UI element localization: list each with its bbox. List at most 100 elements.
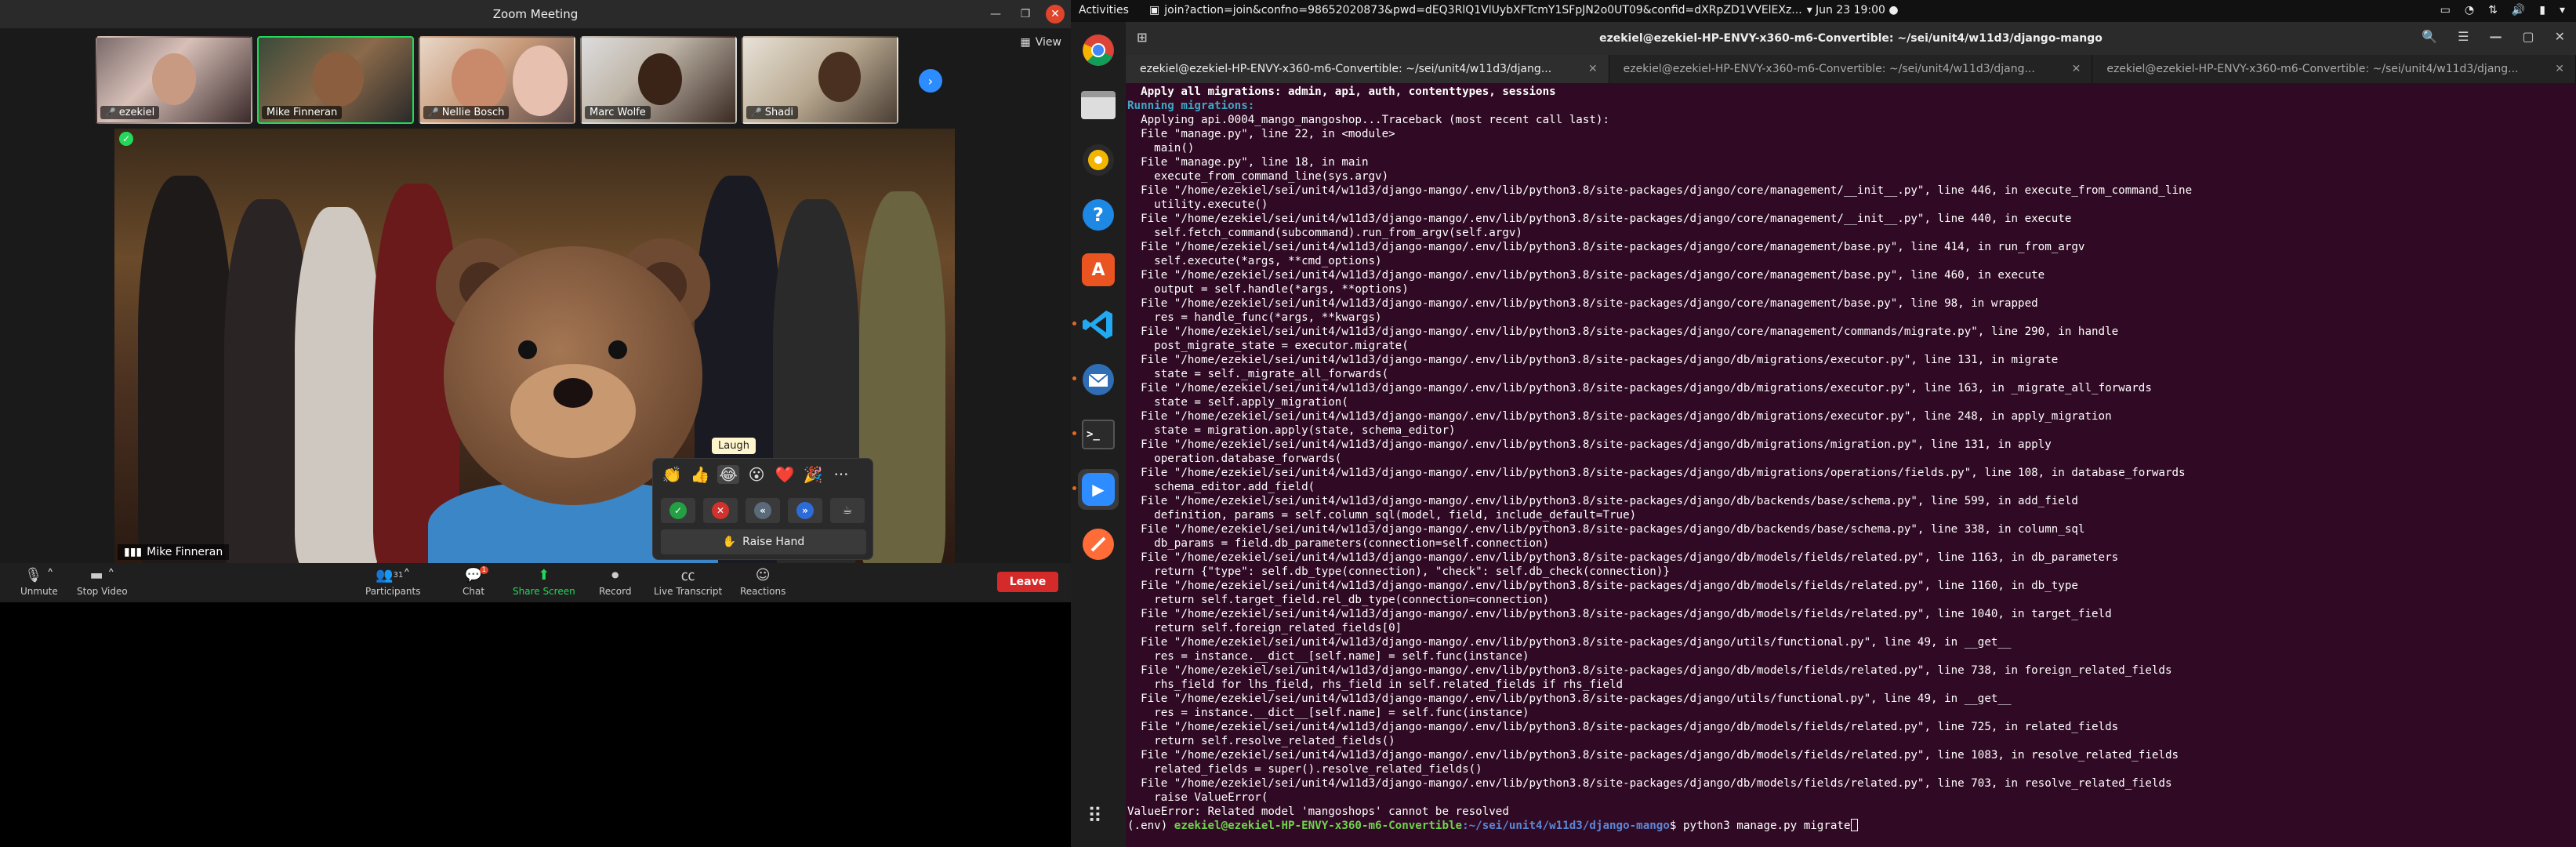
- participant-face: [513, 45, 568, 116]
- terminal-line: definition, params = self.column_sql(mod…: [1127, 509, 1637, 522]
- more-reactions-icon[interactable]: ···: [830, 465, 852, 484]
- heart-emoji-icon[interactable]: ❤️: [774, 465, 796, 484]
- yes-button[interactable]: ✓: [661, 498, 695, 523]
- dock: ? A >_ ▶ ⠿: [1071, 22, 1126, 847]
- terminal-window-controls: 🔍 ☰ — ▢ ✕: [2422, 29, 2565, 44]
- coffee-button[interactable]: ☕: [830, 498, 865, 523]
- close-icon[interactable]: ✕: [1046, 5, 1065, 24]
- stop-video-button[interactable]: ▬ ˄ Stop Video: [77, 566, 128, 598]
- participant-thumb[interactable]: 🎤 Nellie Bosch: [419, 36, 575, 124]
- terminal-line: execute_from_command_line(sys.argv): [1127, 170, 1389, 183]
- battery-icon: ▮: [2539, 4, 2545, 16]
- meeting-controls-toolbar: 🎙 ˄ Unmute ▬ ˄ Stop Video 👥 31 ˄ Partici…: [0, 563, 1071, 602]
- participant-name-label: 🎤 Shadi: [746, 106, 799, 119]
- participant-face: [638, 53, 682, 105]
- system-top-bar: Activities ▣ join?action=join&confno=986…: [1071, 0, 2576, 22]
- close-tab-icon[interactable]: ✕: [2555, 63, 2575, 75]
- leave-button[interactable]: Leave: [997, 572, 1058, 592]
- vscode-icon[interactable]: [1072, 304, 1119, 345]
- app-center-icon[interactable]: A: [1078, 249, 1119, 290]
- participant-thumb[interactable]: Marc Wolfe: [580, 36, 737, 124]
- hamburger-menu-icon[interactable]: ☰: [2458, 29, 2469, 44]
- maximize-icon[interactable]: ▢: [2522, 29, 2534, 44]
- share-arrow-icon: ⬆: [538, 566, 550, 583]
- next-page-arrow-icon[interactable]: ›: [919, 69, 942, 93]
- live-transcript-button[interactable]: ㏄ Live Transcript: [654, 566, 722, 597]
- search-icon[interactable]: 🔍: [2422, 29, 2437, 44]
- terminal-tab[interactable]: ezekiel@ezekiel-HP-ENVY-x360-m6-Converti…: [1609, 55, 2093, 83]
- terminal-line: File "/home/ezekiel/sei/unit4/w11d3/djan…: [1127, 241, 2085, 253]
- focused-app-menu[interactable]: ▣ join?action=join&confno=98652020873&pw…: [1149, 4, 1812, 16]
- record-button[interactable]: ⏺ Record: [599, 566, 631, 598]
- no-button[interactable]: ✕: [703, 498, 738, 523]
- terminal-window: ⊞ ezekiel@ezekiel-HP-ENVY-x360-m6-Conver…: [1126, 22, 2576, 847]
- terminal-tab[interactable]: ezekiel@ezekiel-HP-ENVY-x360-m6-Converti…: [1126, 55, 1609, 83]
- share-screen-button[interactable]: ⬆ Share Screen: [513, 566, 575, 598]
- clock[interactable]: Jun 23 19:00 ●: [1816, 4, 1899, 16]
- terminal-line: return self.resolve_related_fields(): [1127, 735, 1395, 747]
- close-tab-icon[interactable]: ✕: [2072, 63, 2092, 75]
- system-tray[interactable]: ▭ ◔ ⇅ 🔊 ▮ ▾: [2440, 4, 2565, 16]
- participant-name-label: 🎤 ezekiel: [100, 106, 160, 119]
- files-icon[interactable]: [1078, 85, 1119, 125]
- minimize-icon[interactable]: —: [2489, 29, 2502, 44]
- terminal-line: File "/home/ezekiel/sei/unit4/w11d3/djan…: [1127, 636, 2012, 649]
- show-applications-icon[interactable]: ⠿: [1087, 805, 1102, 828]
- chat-button[interactable]: 💬 1 Chat: [463, 566, 489, 597]
- terminal-line: File "/home/ezekiel/sei/unit4/w11d3/djan…: [1127, 184, 2193, 197]
- terminal-line: File "/home/ezekiel/sei/unit4/w11d3/djan…: [1127, 777, 2172, 790]
- thumbs-up-emoji-icon[interactable]: 👍: [689, 465, 711, 484]
- terminal-icon[interactable]: >_: [1072, 414, 1119, 455]
- terminal-title: ezekiel@ezekiel-HP-ENVY-x360-m6-Converti…: [1599, 32, 2103, 45]
- participant-thumb[interactable]: Mike Finneran: [257, 36, 414, 124]
- unmute-button[interactable]: 🎙 ˄ Unmute: [20, 566, 58, 598]
- reactions-button[interactable]: ☺ Reactions: [740, 566, 785, 598]
- clap-emoji-icon[interactable]: 👏: [661, 465, 683, 484]
- terminal-line: File "/home/ezekiel/sei/unit4/w11d3/djan…: [1127, 467, 2186, 479]
- view-button[interactable]: ▦ View: [1021, 36, 1061, 49]
- terminal-line: File "/home/ezekiel/sei/unit4/w11d3/djan…: [1127, 495, 2078, 507]
- participant-face: [312, 52, 364, 107]
- speaker-name-label: ▮▮▮ Mike Finneran: [118, 544, 230, 560]
- x-icon: ✕: [712, 502, 729, 519]
- postman-icon[interactable]: [1078, 524, 1119, 565]
- terminal-tab[interactable]: ezekiel@ezekiel-HP-ENVY-x360-m6-Converti…: [2092, 55, 2576, 83]
- mail-icon[interactable]: [1072, 359, 1119, 400]
- terminal-line: post_migrate_state = executor.migrate(: [1127, 340, 1409, 352]
- slow-down-button[interactable]: «: [746, 498, 780, 523]
- laugh-emoji-icon[interactable]: 😂: [717, 465, 739, 484]
- rhythmbox-icon[interactable]: [1078, 140, 1119, 180]
- muted-mic-icon: 🎙 ˄: [24, 566, 54, 583]
- new-tab-icon[interactable]: ⊞: [1137, 30, 1147, 45]
- cc-icon: ㏄: [680, 568, 695, 584]
- restore-icon[interactable]: ❐: [1016, 5, 1035, 24]
- speed-up-button[interactable]: »: [788, 498, 822, 523]
- terminal-line: state = self._migrate_all_forwards(: [1127, 368, 1389, 380]
- minimize-icon[interactable]: —: [986, 5, 1005, 24]
- terminal-line: File "/home/ezekiel/sei/unit4/w11d3/djan…: [1127, 721, 2119, 733]
- terminal-line: File "/home/ezekiel/sei/unit4/w11d3/djan…: [1127, 608, 2112, 620]
- raise-hand-button[interactable]: ✋ Raise Hand: [661, 529, 866, 554]
- video-camera-icon: ▬ ˄: [89, 566, 115, 583]
- view-label: View: [1035, 36, 1061, 49]
- party-emoji-icon[interactable]: 🎉: [802, 465, 824, 484]
- terminal-output[interactable]: Apply all migrations: admin, api, auth, …: [1126, 85, 2576, 847]
- surprised-emoji-icon[interactable]: 😮: [746, 465, 767, 484]
- participant-thumb[interactable]: 🎤 ezekiel: [96, 36, 252, 124]
- participants-icon: 👥 31 ˄: [376, 566, 411, 583]
- muted-mic-icon: 🎤: [105, 107, 116, 118]
- participant-thumb[interactable]: 🎤 Shadi: [742, 36, 898, 124]
- zoom-icon[interactable]: ▶: [1072, 469, 1119, 510]
- bear-eye: [518, 340, 537, 359]
- terminal-line: File "manage.py", line 22, in <module>: [1127, 128, 1395, 140]
- terminal-line: return self.foreign_related_fields[0]: [1127, 622, 1402, 634]
- activities-button[interactable]: Activities: [1079, 4, 1129, 16]
- terminal-header-bar: ⊞ ezekiel@ezekiel-HP-ENVY-x360-m6-Conver…: [1126, 22, 2576, 55]
- close-tab-icon[interactable]: ✕: [1588, 63, 1609, 75]
- terminal-line: rhs_field for lhs_field, rhs_field in se…: [1127, 678, 1624, 691]
- close-icon[interactable]: ✕: [2555, 29, 2565, 44]
- chrome-icon[interactable]: [1078, 30, 1119, 71]
- help-icon[interactable]: ?: [1078, 194, 1119, 235]
- participants-button[interactable]: 👥 31 ˄ Participants: [365, 566, 421, 598]
- terminal-line: db_params = field.db_parameters(connecti…: [1127, 537, 1550, 550]
